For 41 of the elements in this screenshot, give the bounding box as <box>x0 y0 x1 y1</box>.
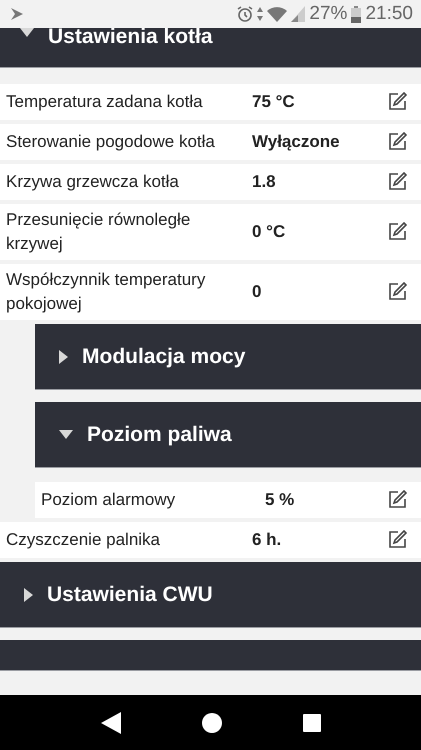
back-button[interactable] <box>100 712 120 734</box>
setting-label: Współczynnik temperatury pokojowej <box>6 269 206 315</box>
caret-right-icon <box>59 350 68 364</box>
edit-button[interactable] <box>387 490 407 510</box>
setting-value: Wyłączone <box>252 132 341 152</box>
setting-label: Temperatura zadana kotła <box>6 91 204 113</box>
clock-time: 21:50 <box>365 3 413 25</box>
recents-button[interactable] <box>302 714 320 732</box>
section-header[interactable]: Ustawienia CWU <box>0 562 421 628</box>
data-arrows-icon <box>257 7 264 21</box>
edit-button[interactable] <box>387 132 407 152</box>
setting-value: 0 <box>252 282 262 302</box>
section-header[interactable] <box>0 640 421 671</box>
edit-button[interactable] <box>387 92 407 112</box>
setting-value: 5 % <box>265 490 296 510</box>
section-header[interactable]: Ustawienia kotła <box>0 28 421 68</box>
home-button[interactable] <box>202 712 222 732</box>
setting-value: 0 °C <box>252 222 286 242</box>
group-header[interactable]: Poziom paliwa <box>35 402 421 468</box>
caret-down-icon <box>59 430 73 440</box>
edit-button[interactable] <box>387 222 407 242</box>
edit-button[interactable] <box>387 530 407 550</box>
group-header[interactable]: Modulacja mocy <box>35 324 421 390</box>
app-icon <box>10 7 24 21</box>
setting-label: Przesunięcie równoległe krzywej <box>6 209 192 255</box>
wifi-icon <box>267 6 288 22</box>
setting-label: Sterowanie pogodowe kotła <box>6 131 216 153</box>
setting-label: Czyszczenie palnika <box>6 529 162 551</box>
setting-label: Krzywa grzewcza kotła <box>6 171 180 193</box>
alarm-icon <box>237 6 254 22</box>
caret-right-icon <box>24 588 33 602</box>
edit-button[interactable] <box>387 172 407 192</box>
caret-down-icon <box>20 28 34 38</box>
battery-percent: 27% <box>309 3 348 25</box>
setting-value: 75 °C <box>252 92 296 112</box>
battery-icon <box>351 6 362 22</box>
setting-label: Poziom alarmowy <box>41 489 176 511</box>
edit-button[interactable] <box>387 282 407 302</box>
setting-value: 1.8 <box>252 172 277 192</box>
setting-value: 6 h. <box>252 530 282 550</box>
signal-icon <box>291 6 306 22</box>
